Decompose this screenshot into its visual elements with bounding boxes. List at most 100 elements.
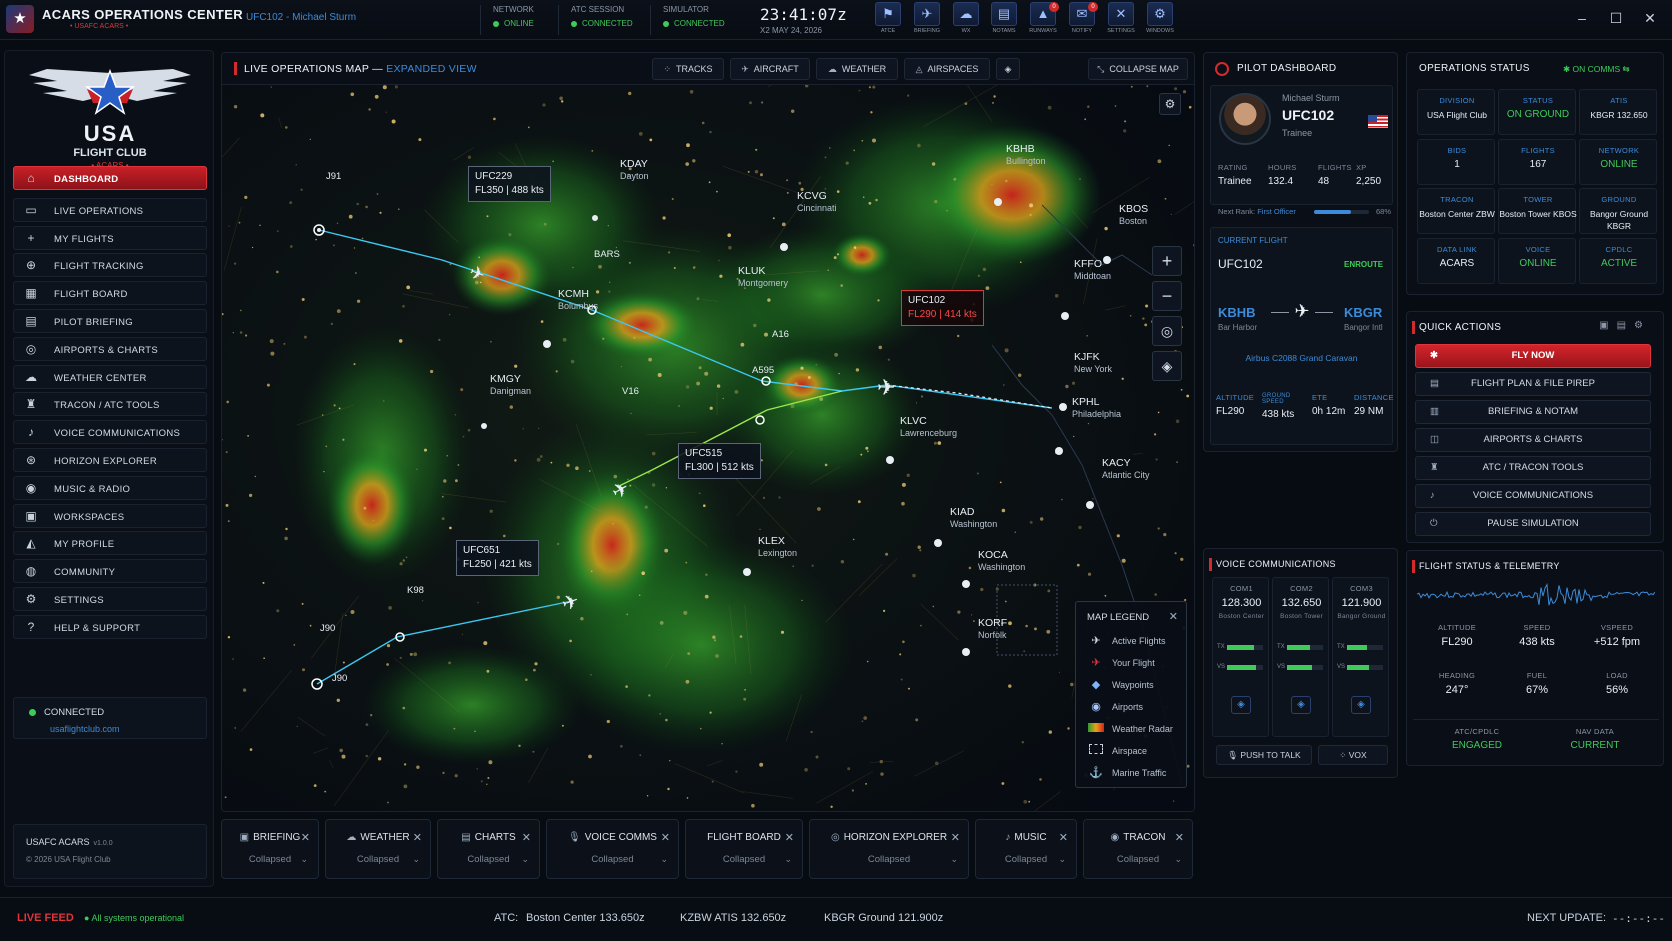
chevron-down-icon[interactable]: ⌄	[300, 854, 308, 865]
windows-button[interactable]: ⚙ WINDOWS	[1142, 2, 1178, 38]
flight-tag-ufc229[interactable]: UFC229 FL350 | 488 kts	[468, 166, 551, 202]
sidebar-item-weather-center[interactable]: ☁ WEATHER CENTER	[13, 364, 207, 389]
airport-kiad[interactable]: KIAD Washington	[950, 506, 997, 530]
airport-kjfk[interactable]: KJFK New York	[1074, 351, 1112, 375]
flight-tag-ufc515[interactable]: UFC515 FL300 | 512 kts	[678, 443, 761, 479]
zoom-out-button[interactable]: −	[1152, 281, 1182, 311]
flight-tag-ufc651[interactable]: UFC651 FL250 | 421 kts	[456, 540, 539, 576]
airport-klex[interactable]: KLEX Lexington	[758, 535, 797, 559]
quick-actions-toolbar[interactable]: ▣▤⚙	[1599, 320, 1651, 331]
airport-kbos[interactable]: KBOS Boston	[1119, 203, 1148, 227]
weather-button[interactable]: ☁ WEATHER	[816, 58, 898, 80]
map-layers-button[interactable]: ◈	[1152, 351, 1182, 381]
briefing-button[interactable]: ✈ BRIEFING	[909, 2, 945, 38]
waypoint-a595[interactable]: A595	[752, 365, 774, 376]
layers-toggle-button[interactable]: ◈	[996, 58, 1020, 80]
wx-button[interactable]: ☁ WX	[948, 2, 984, 38]
dock-panel-tracon[interactable]: ◉ TRACON ✕ Collapsed ⌄	[1083, 819, 1193, 879]
airport-kday[interactable]: KDAY Dayton	[620, 158, 649, 182]
quick-action-pause-simulation[interactable]: ⏻ PAUSE SIMULATION	[1415, 512, 1651, 536]
dock-close-icon[interactable]: ✕	[785, 831, 794, 844]
sidebar-item-my-profile[interactable]: ◭ MY PROFILE	[13, 531, 207, 556]
close-legend-button[interactable]: ✕	[1169, 610, 1178, 623]
quick-action-briefing-notam[interactable]: ▥ BRIEFING & NOTAM	[1415, 400, 1651, 424]
dock-panel-charts[interactable]: ▤ CHARTS ✕ Collapsed ⌄	[437, 819, 540, 879]
aircraft-button[interactable]: ✈ AIRCRAFT	[730, 58, 810, 80]
center-map-button[interactable]: ◎	[1152, 316, 1182, 346]
website-link[interactable]: usaflightclub.com	[50, 724, 120, 734]
sidebar-item-dashboard[interactable]: ⌂ DASHBOARD	[13, 166, 207, 190]
atc-button[interactable]: ⚑ ATCE	[870, 2, 906, 38]
close-window-button[interactable]: ✕	[1640, 10, 1660, 27]
airport-kffo[interactable]: KFFO Middtoan	[1074, 258, 1111, 282]
airport-klvc[interactable]: KLVC Lawrenceburg	[900, 415, 957, 439]
waypoint-a16[interactable]: A16	[772, 329, 789, 340]
chevron-down-icon[interactable]: ⌄	[660, 854, 668, 865]
com-radio-com3[interactable]: COM3 121.900 Bangor Ground TX VS ◈	[1332, 577, 1389, 737]
sidebar-item-flight-tracking[interactable]: ⊕ FLIGHT TRACKING	[13, 253, 207, 278]
airport-korf[interactable]: KORF Norfolk	[978, 617, 1007, 641]
com-settings-icon[interactable]: ◈	[1351, 696, 1371, 714]
waypoint-j90-south[interactable]: J90	[332, 673, 347, 684]
airport-kcmh[interactable]: KCMH Bolumbus	[558, 288, 598, 312]
com-radio-com1[interactable]: COM1 128.300 Boston Center TX VS ◈	[1212, 577, 1269, 737]
zoom-in-button[interactable]: +	[1152, 246, 1182, 276]
notams-button[interactable]: ▤ NOTAMS	[986, 2, 1022, 38]
pilot-avatar[interactable]	[1219, 93, 1271, 145]
quick-action-atc-tracon-tools[interactable]: ♜ ATC / TRACON TOOLS	[1415, 456, 1651, 480]
sidebar-item-settings[interactable]: ⚙ SETTINGS	[13, 587, 207, 611]
minimize-button[interactable]: –	[1572, 10, 1592, 26]
dock-close-icon[interactable]: ✕	[951, 831, 960, 844]
waypoint-v16[interactable]: V16	[622, 386, 639, 397]
sidebar-item-help-support[interactable]: ? HELP & SUPPORT	[13, 614, 207, 639]
dock-panel-horizon-explorer[interactable]: ◎ HORIZON EXPLORER ✕ Collapsed ⌄	[809, 819, 969, 879]
sidebar-item-pilot-briefing[interactable]: ▤ PILOT BRIEFING	[13, 309, 207, 333]
airport-kluk[interactable]: KLUK Montgomery	[738, 265, 788, 289]
chevron-down-icon[interactable]: ⌄	[412, 854, 420, 865]
dock-close-icon[interactable]: ✕	[301, 831, 310, 844]
sidebar-item-music-radio[interactable]: ◉ MUSIC & RADIO	[13, 475, 207, 500]
quick-action-flight-plan-file-pirep[interactable]: ▤ FLIGHT PLAN & FILE PIREP	[1415, 372, 1651, 396]
com-settings-icon[interactable]: ◈	[1291, 696, 1311, 714]
collapse-map-button[interactable]: ⤡ COLLAPSE MAP	[1088, 58, 1188, 80]
waypoint-k98[interactable]: K98	[407, 585, 424, 596]
runways-button[interactable]: ▲ 0 RUNWAYS	[1025, 2, 1061, 38]
sidebar-item-workspaces[interactable]: ▣ WORKSPACES	[13, 503, 207, 528]
sidebar-item-horizon-explorer[interactable]: ⊛ HORIZON EXPLORER	[13, 448, 207, 472]
quick-action-airports-charts[interactable]: ◫ AIRPORTS & CHARTS	[1415, 428, 1651, 452]
airport-kphl[interactable]: KPHL Philadelphia	[1072, 396, 1121, 420]
sidebar-item-community[interactable]: ◍ COMMUNITY	[13, 559, 207, 584]
flight-tag-ufc102[interactable]: UFC102 FL290 | 414 kts	[901, 290, 984, 326]
airport-kmgy[interactable]: KMGY Danigman	[490, 373, 531, 397]
dock-panel-voice-comms[interactable]: 🎙 VOICE COMMS ✕ Collapsed ⌄	[546, 819, 679, 879]
dock-panel-briefing[interactable]: ▣ BRIEFING ✕ Collapsed ⌄	[221, 819, 319, 879]
sidebar-item-live-operations[interactable]: ▭ LIVE OPERATIONS	[13, 197, 207, 222]
quick-action-fly-now[interactable]: ✱ FLY NOW	[1415, 344, 1651, 368]
airport-kcvg[interactable]: KCVG Cincinnati	[797, 190, 837, 214]
airspaces-button[interactable]: ◬ AIRSPACES	[904, 58, 990, 80]
push-to-talk-button[interactable]: 🎙 PUSH TO TALK	[1216, 745, 1312, 765]
sidebar-item-airports-charts[interactable]: ◎ AIRPORTS & CHARTS	[13, 336, 207, 361]
chevron-down-icon[interactable]: ⌄	[784, 854, 792, 865]
map-settings-button[interactable]: ⚙	[1159, 93, 1181, 115]
dock-panel-flight-board[interactable]: FLIGHT BOARD ✕ Collapsed ⌄	[685, 819, 803, 879]
quick-action-voice-communications[interactable]: ♪ VOICE COMMUNICATIONS	[1415, 484, 1651, 508]
notify-button[interactable]: ✉ 0 NOTIFY	[1064, 2, 1100, 38]
dock-panel-music[interactable]: ♪ MUSIC ✕ Collapsed ⌄	[975, 819, 1077, 879]
dock-close-icon[interactable]: ✕	[1175, 831, 1184, 844]
user-flight-link[interactable]: UFC102 - Michael Sturm	[246, 12, 356, 23]
dock-close-icon[interactable]: ✕	[522, 831, 531, 844]
com-settings-icon[interactable]: ◈	[1231, 696, 1251, 714]
airport-kbhb[interactable]: KBHB Bullington	[1006, 143, 1046, 167]
maximize-button[interactable]: ☐	[1606, 10, 1626, 27]
vox-button[interactable]: ⁘ VOX	[1318, 745, 1388, 765]
dock-close-icon[interactable]: ✕	[661, 831, 670, 844]
com-radio-com2[interactable]: COM2 132.650 Boston Tower TX VS ◈	[1272, 577, 1329, 737]
airport-koca[interactable]: KOCA Washington	[978, 549, 1025, 573]
sidebar-item-flight-board[interactable]: ▦ FLIGHT BOARD	[13, 281, 207, 306]
dock-close-icon[interactable]: ✕	[413, 831, 422, 844]
dock-close-icon[interactable]: ✕	[1059, 831, 1068, 844]
chevron-down-icon[interactable]: ⌄	[521, 854, 529, 865]
airport-kacy[interactable]: KACY Atlantic City	[1102, 457, 1150, 481]
sidebar-item-tracon-atc-tools[interactable]: ♜ TRACON / ATC TOOLS	[13, 392, 207, 417]
